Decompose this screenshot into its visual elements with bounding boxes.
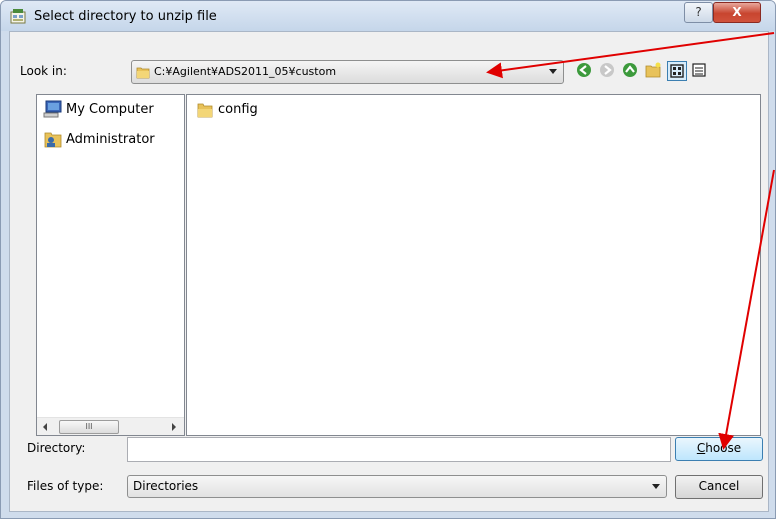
file-type-value: Directories: [133, 479, 199, 493]
look-in-label: Look in:: [20, 64, 67, 78]
cancel-button[interactable]: Cancel: [675, 475, 763, 499]
look-in-combobox[interactable]: C:¥Agilent¥ADS2011_05¥custom: [131, 60, 564, 84]
computer-icon: [43, 99, 63, 119]
directory-input[interactable]: [127, 437, 671, 462]
forward-icon[interactable]: [598, 61, 616, 79]
java-app-icon: [10, 8, 26, 24]
places-panel: My Computer Administrator III: [36, 94, 185, 436]
file-type-combobox[interactable]: Directories: [127, 475, 667, 498]
help-button[interactable]: ?: [684, 2, 713, 23]
place-item-my-computer[interactable]: My Computer: [43, 99, 193, 121]
dialog-body: Look in: C:¥Agilent¥ADS2011_05¥custom My…: [9, 31, 769, 512]
user-folder-icon: [43, 129, 63, 149]
scroll-right-icon[interactable]: [172, 423, 176, 431]
file-list: config: [186, 94, 761, 436]
details-view-icon[interactable]: [690, 61, 708, 79]
horizontal-scrollbar[interactable]: III: [37, 417, 184, 435]
chevron-down-icon: [549, 69, 557, 74]
folder-icon: [197, 101, 213, 122]
scroll-left-icon[interactable]: [43, 423, 47, 431]
place-item-administrator[interactable]: Administrator: [43, 129, 193, 151]
place-label: Administrator: [66, 132, 155, 147]
list-view-icon[interactable]: [667, 61, 687, 81]
file-item-config[interactable]: config: [193, 101, 313, 121]
look-in-path: C:¥Agilent¥ADS2011_05¥custom: [154, 65, 337, 78]
dialog-window: Select directory to unzip file ? X Look …: [0, 0, 776, 519]
place-label: My Computer: [66, 102, 154, 117]
folder-icon: [136, 65, 150, 82]
scrollbar-thumb[interactable]: III: [59, 420, 119, 434]
up-folder-icon[interactable]: [621, 61, 639, 79]
choose-mnemonic: C: [696, 441, 706, 455]
choose-label: hoose: [705, 441, 742, 455]
file-label: config: [218, 102, 258, 117]
title-bar[interactable]: Select directory to unzip file ? X: [1, 1, 775, 31]
chevron-down-icon: [652, 484, 660, 489]
back-icon[interactable]: [575, 61, 593, 79]
new-folder-icon[interactable]: [644, 61, 662, 79]
files-of-type-label: Files of type:: [27, 479, 104, 493]
choose-button[interactable]: Choose: [675, 437, 763, 461]
window-title: Select directory to unzip file: [34, 9, 217, 24]
directory-label: Directory:: [27, 441, 86, 455]
close-button[interactable]: X: [713, 2, 761, 23]
